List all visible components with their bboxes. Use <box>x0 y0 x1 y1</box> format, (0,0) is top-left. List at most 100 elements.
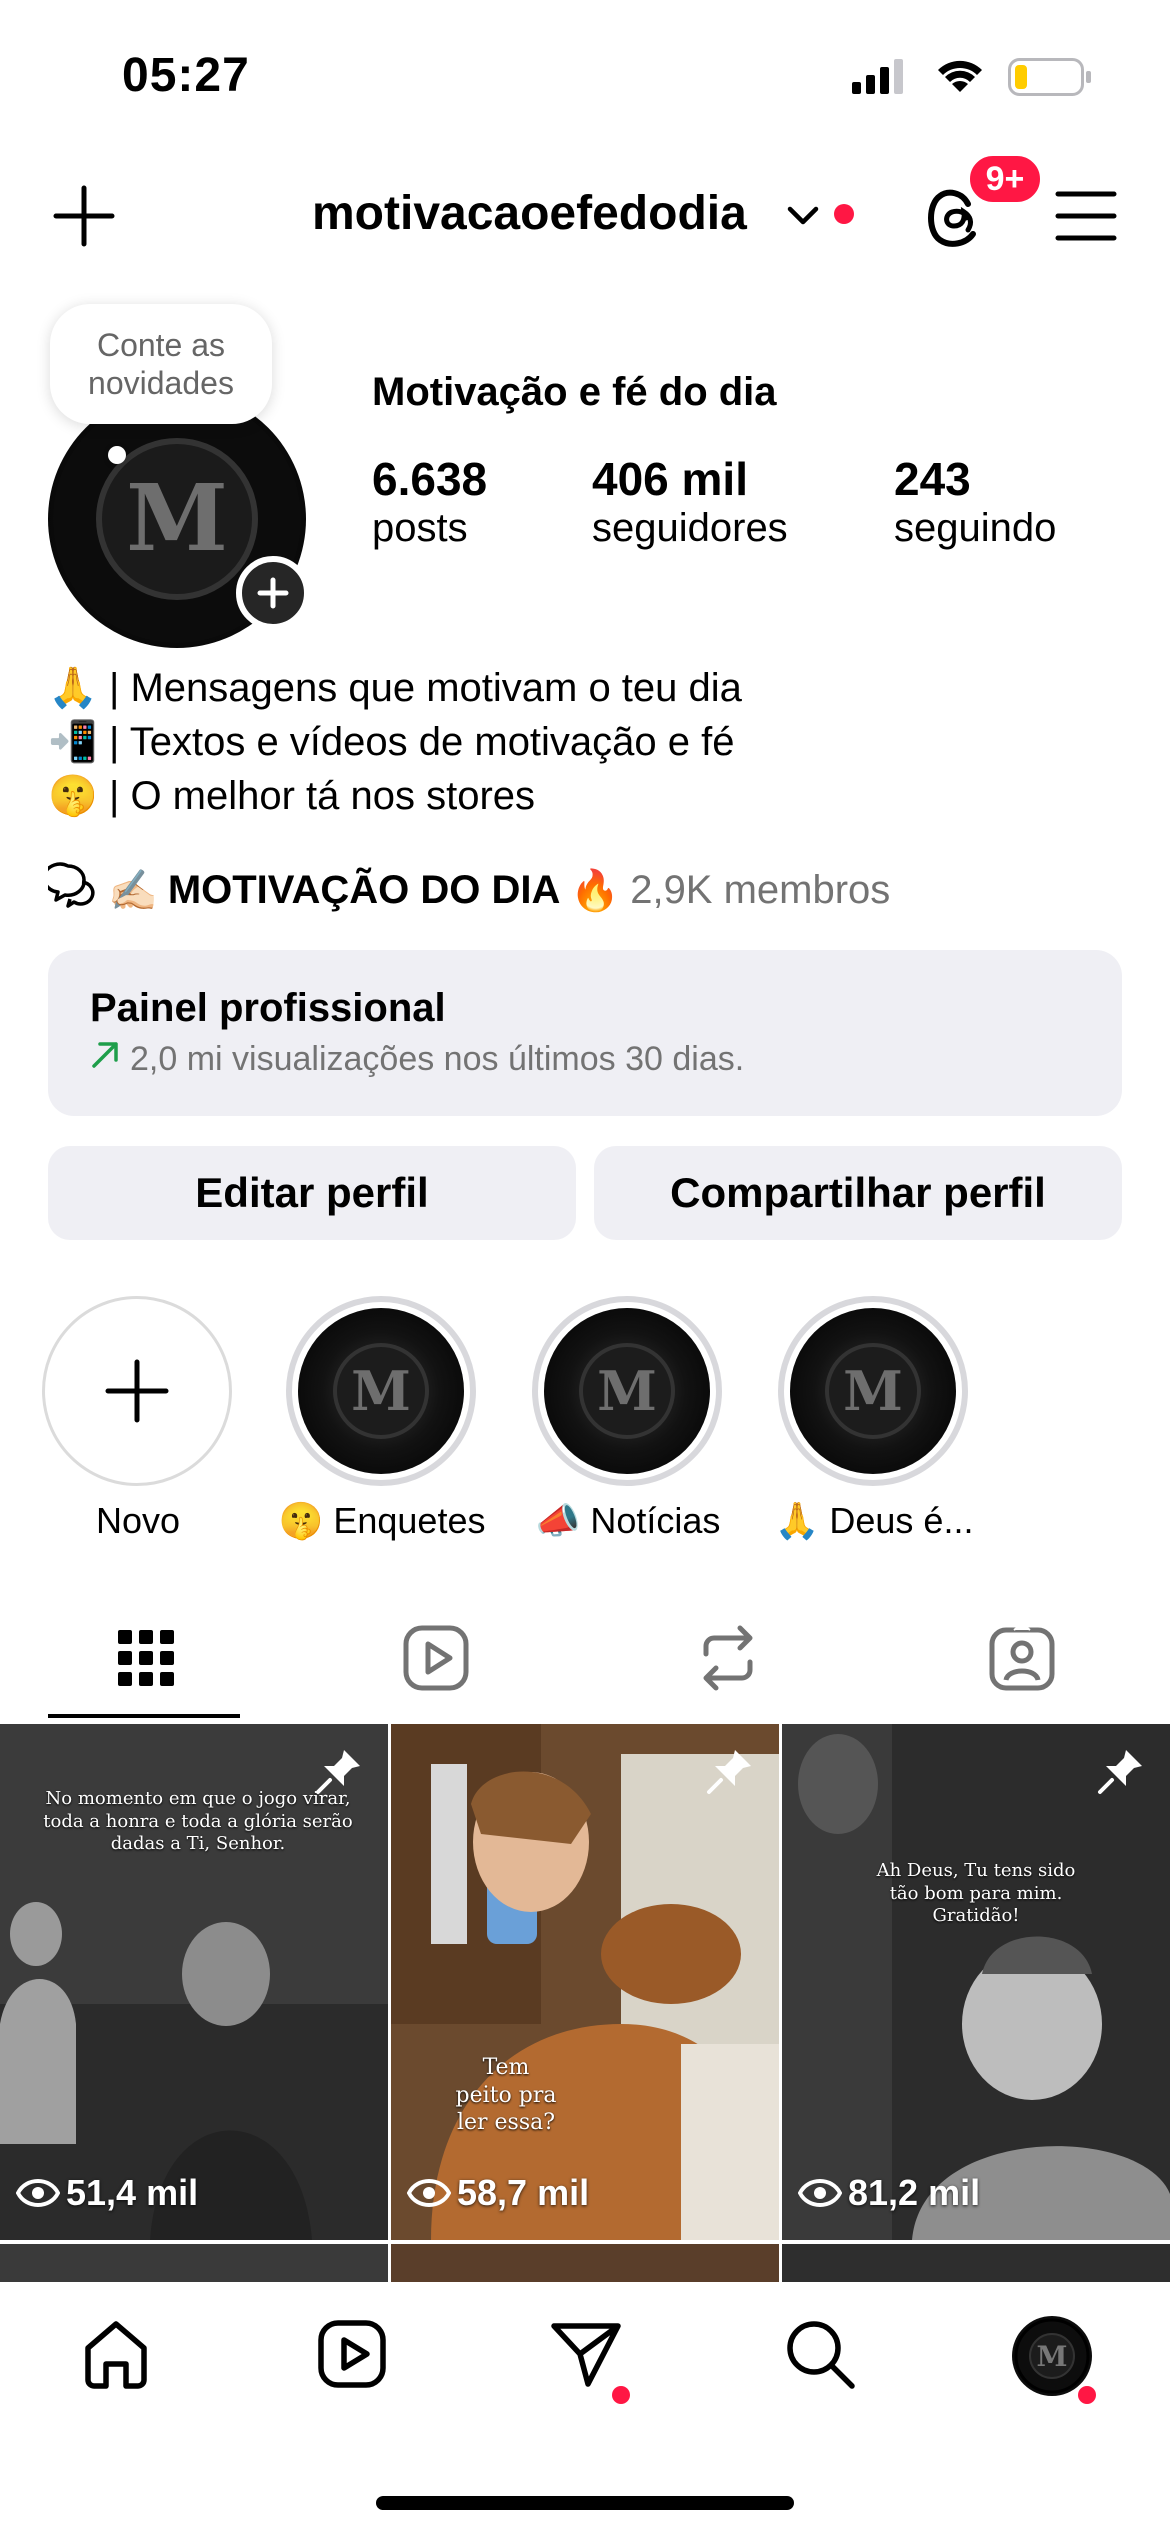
stat-followers-label: seguidores <box>592 506 788 550</box>
post-views: 81,2 mil <box>798 2172 980 2214</box>
home-indicator <box>376 2496 794 2510</box>
channel-suffix-emoji: 🔥 <box>570 868 621 913</box>
post-caption: No momento em que o jogo virar, toda a h… <box>43 1788 353 1854</box>
share-profile-button[interactable]: Compartilhar perfil <box>594 1146 1122 1240</box>
post-views: 58,7 mil <box>407 2172 589 2214</box>
highlight-deus[interactable]: M 🙏 Deus é... <box>775 1296 973 1542</box>
stat-posts[interactable]: 6.638 posts <box>372 452 487 551</box>
tab-active-indicator <box>48 1714 240 1718</box>
bottom-nav: M <box>0 2282 1170 2532</box>
professional-dashboard[interactable]: Painel profissional 2,0 mi visualizações… <box>48 950 1122 1116</box>
post-tile[interactable]: No momento em que o jogo virar, toda a h… <box>0 1724 388 2240</box>
highlight-enquetes[interactable]: M 🤫 Enquetes <box>279 1296 485 1542</box>
create-plus-icon[interactable] <box>52 184 116 253</box>
m-logo-icon: M <box>825 1343 921 1439</box>
bio-emoji-2: 📲 <box>48 720 98 764</box>
post-tile[interactable]: Tem peito pra ler essa? 58,7 mil <box>391 1724 779 2240</box>
pin-icon <box>705 1746 755 1801</box>
tagged-icon <box>989 1624 1055 1691</box>
nav-home[interactable] <box>76 2314 156 2394</box>
nav-profile-avatar[interactable]: M <box>1012 2316 1092 2396</box>
bio-text-3: | O melhor tá nos stores <box>108 774 536 818</box>
highlight-label: 🤫 Enquetes <box>278 1500 486 1541</box>
highlight-new-circle <box>42 1296 232 1486</box>
chevron-down-icon[interactable] <box>786 204 820 233</box>
m-logo-icon: M <box>579 1343 675 1439</box>
nav-search[interactable] <box>780 2314 860 2394</box>
views-eye-icon <box>798 2179 842 2207</box>
notification-badge: 9+ <box>966 152 1044 206</box>
post-views-count: 58,7 mil <box>457 2172 590 2213</box>
home-icon <box>85 2321 147 2389</box>
post-image <box>391 1724 779 2240</box>
tab-grid[interactable] <box>106 1618 186 1698</box>
account-username[interactable]: motivacaoefedodia <box>312 186 747 241</box>
channel-prefix-emoji: ✍🏻 <box>108 868 158 913</box>
post-tile[interactable]: Ah Deus, Tu tens sido tão bom para mim. … <box>782 1724 1170 2240</box>
bio-line-1: 🙏 | Mensagens que motivam o teu dia <box>48 664 742 711</box>
profile-alert-dot <box>1078 2386 1096 2404</box>
channel-members: 2,9K membros <box>630 867 891 912</box>
post-tile[interactable] <box>391 2244 779 2284</box>
battery-icon <box>1008 58 1092 101</box>
svg-text:M: M <box>597 1359 657 1423</box>
post-caption: Tem peito pra ler essa? <box>455 2055 557 2135</box>
stat-following-value: 243 <box>894 453 971 505</box>
account-alert-dot <box>834 204 854 224</box>
highlight-noticias[interactable]: M 📣 Notícias <box>532 1296 724 1542</box>
reels-icon <box>318 2320 386 2388</box>
dashboard-subtitle-row: 2,0 mi visualizações nos últimos 30 dias… <box>90 1040 744 1079</box>
svg-text:M: M <box>126 464 228 572</box>
broadcast-channel-link[interactable]: ✍🏻 MOTIVAÇÃO DO DIA 🔥 2,9K membros <box>42 862 891 918</box>
svg-text:M: M <box>1037 2340 1068 2373</box>
tab-reposts[interactable] <box>688 1618 768 1698</box>
channel-name: MOTIVAÇÃO DO DIA <box>167 867 561 912</box>
highlight-cover: M <box>778 1296 968 1486</box>
highlight-cover: M <box>286 1296 476 1486</box>
direct-alert-dot <box>612 2386 630 2404</box>
pin-icon <box>1096 1746 1146 1801</box>
svg-text:M: M <box>843 1359 903 1423</box>
display-name: Motivação e fé do dia <box>372 370 777 414</box>
bio-text-2: | Textos e vídeos de motivação e fé <box>108 720 735 764</box>
add-story-icon[interactable] <box>236 556 310 635</box>
svg-text:M: M <box>351 1359 411 1423</box>
grid-icon <box>118 1630 174 1686</box>
menu-icon[interactable] <box>1054 188 1118 249</box>
bio-line-3: 🤫 | O melhor tá nos stores <box>48 772 535 819</box>
tab-tagged[interactable] <box>982 1618 1062 1698</box>
stat-posts-value: 6.638 <box>372 453 488 505</box>
note-bubble[interactable]: Conte as novidades <box>50 304 272 424</box>
edit-profile-button[interactable]: Editar perfil <box>48 1146 576 1240</box>
highlight-label: Novo <box>95 1500 181 1541</box>
plus-icon <box>105 1359 169 1423</box>
search-icon <box>787 2321 855 2389</box>
nav-direct[interactable] <box>546 2314 626 2394</box>
post-views: 51,4 mil <box>16 2172 198 2214</box>
reposts-icon <box>703 1625 753 1691</box>
pin-icon <box>314 1746 364 1801</box>
bio-text-1: | Mensagens que motivam o teu dia <box>108 666 742 710</box>
channel-icon <box>42 862 98 918</box>
reels-icon <box>403 1625 469 1691</box>
highlight-label: 🙏 Deus é... <box>774 1500 974 1541</box>
m-logo-icon: M <box>333 1343 429 1439</box>
bio-line-2: 📲 | Textos e vídeos de motivação e fé <box>48 718 735 765</box>
signal-icon <box>852 58 906 99</box>
dashboard-subtitle: 2,0 mi visualizações nos últimos 30 dias… <box>130 1040 745 1078</box>
post-views-count: 51,4 mil <box>66 2172 199 2213</box>
stat-following-label: seguindo <box>894 506 1057 550</box>
highlight-label: 📣 Notícias <box>535 1500 721 1541</box>
nav-reels[interactable] <box>312 2314 392 2394</box>
highlight-new[interactable]: Novo <box>42 1296 234 1542</box>
stat-followers[interactable]: 406 mil seguidores <box>592 452 788 551</box>
post-tile[interactable] <box>0 2244 388 2284</box>
views-eye-icon <box>16 2179 60 2207</box>
post-image <box>782 1724 1170 2240</box>
wifi-icon <box>935 56 985 99</box>
bio-emoji-1: 🙏 <box>48 666 98 710</box>
post-tile[interactable] <box>782 2244 1170 2284</box>
tab-reels[interactable] <box>396 1618 476 1698</box>
stat-following[interactable]: 243 seguindo <box>894 452 1056 551</box>
post-caption: Ah Deus, Tu tens sido tão bom para mim. … <box>876 1860 1076 1926</box>
